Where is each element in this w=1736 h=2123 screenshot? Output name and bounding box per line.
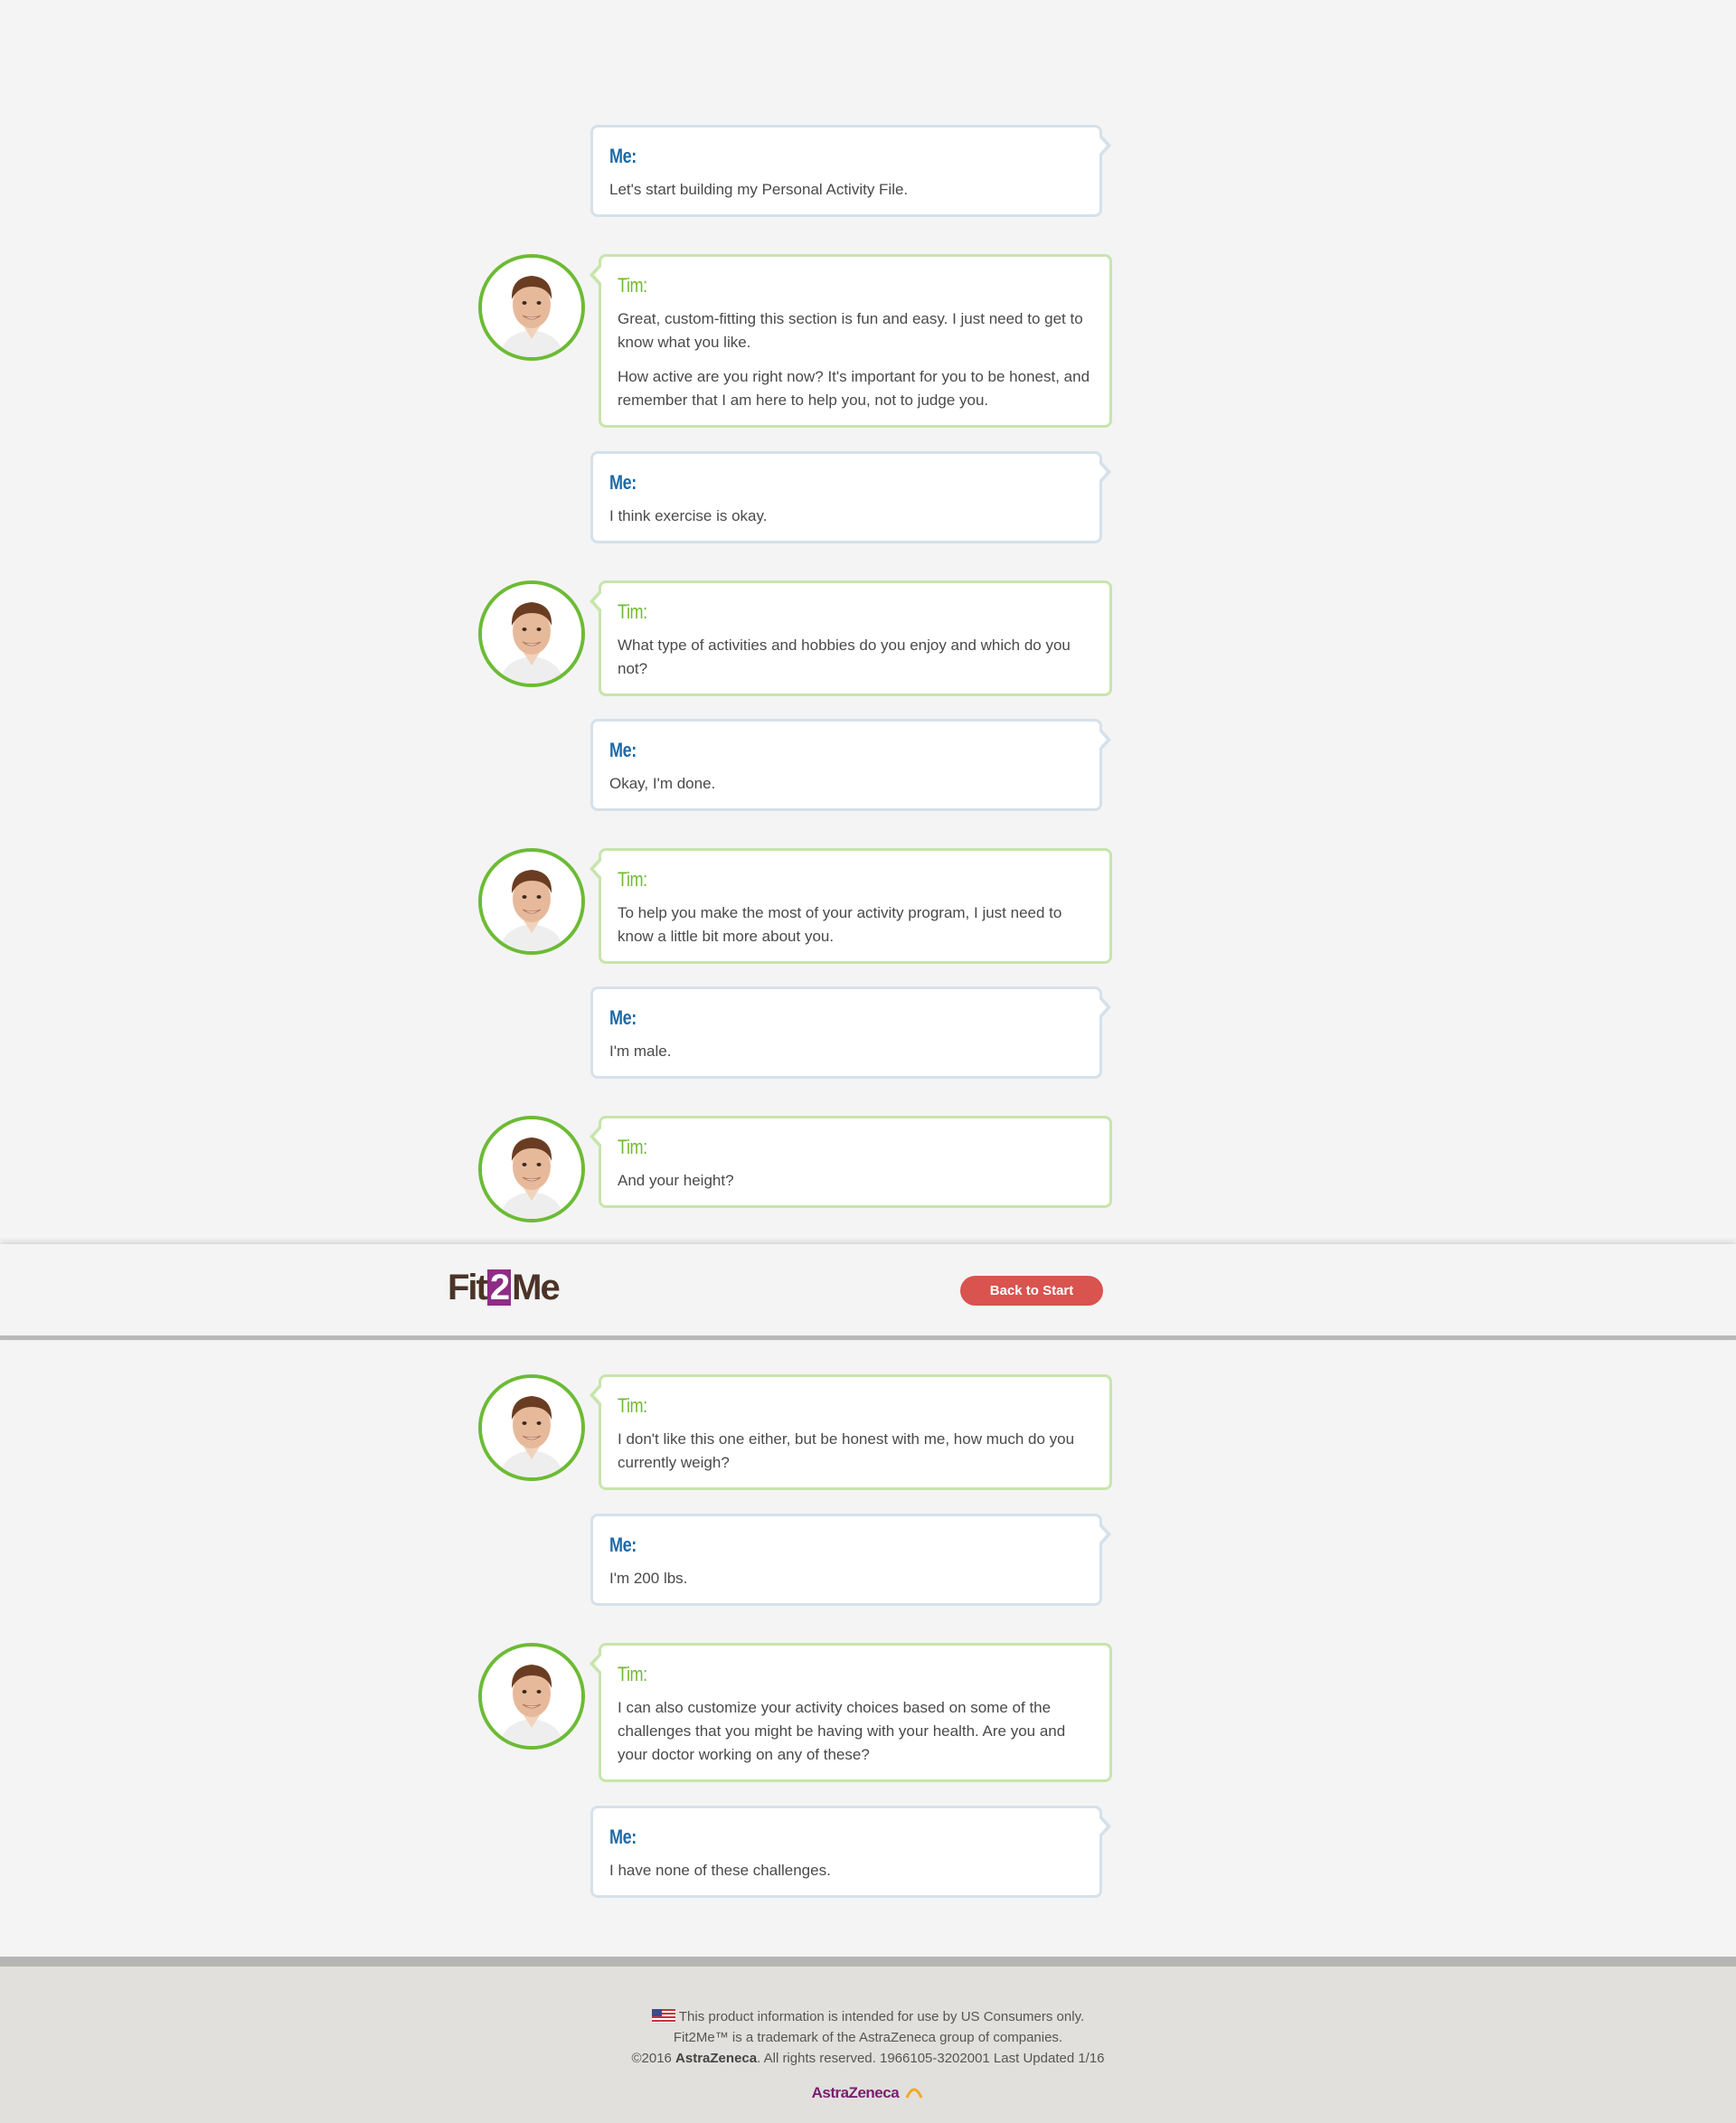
message-text: To help you make the most of your activi…: [618, 904, 1062, 945]
message-text: I think exercise is okay.: [609, 507, 768, 524]
message-text: What type of activities and hobbies do y…: [618, 637, 1071, 677]
speaker-label: Tim:: [618, 1394, 647, 1417]
coach-portrait-icon: [482, 584, 581, 684]
logo-prefix: Fit: [448, 1268, 488, 1307]
speaker-label: Tim:: [618, 1136, 647, 1158]
copyright-prefix: ©2016: [631, 2051, 676, 2066]
speaker-label: Tim:: [618, 600, 647, 623]
page-footer: This product information is intended for…: [0, 1957, 1736, 2123]
user-message-bubble: Me: I'm 200 lbs.: [590, 1514, 1111, 1606]
copyright-brand: AstraZeneca: [675, 2051, 758, 2066]
user-message-bubble: Me: Okay, I'm done.: [590, 719, 1111, 811]
coach-message-bubble: Tim: And your height?: [590, 1116, 1112, 1208]
coach-portrait-icon: [482, 1378, 581, 1477]
tim-avatar: [478, 1116, 585, 1222]
tim-avatar: [478, 580, 585, 687]
astrazeneca-symbol-icon: [906, 2088, 923, 2099]
tim-avatar: [478, 1643, 585, 1750]
astrazeneca-logo[interactable]: AstraZeneca: [812, 2080, 925, 2102]
message-text: How active are you right now? It's impor…: [618, 368, 1090, 409]
coach-portrait-icon: [482, 1647, 581, 1746]
coach-message-bubble: Tim: Great, custom-fitting this section …: [590, 254, 1112, 428]
logo-mark: 2: [486, 1269, 512, 1306]
speaker-label: Me:: [609, 471, 637, 494]
fit2me-logo[interactable]: Fit 2 Me: [448, 1268, 561, 1307]
tim-avatar: [478, 1374, 585, 1481]
message-text: I'm 200 lbs.: [609, 1570, 688, 1587]
message-text: Great, custom-fitting this section is fu…: [618, 310, 1083, 351]
coach-portrait-icon: [482, 852, 581, 951]
speaker-label: Me:: [609, 145, 637, 167]
copyright-suffix: . All rights reserved. 1966105-3202001 L…: [757, 2051, 1105, 2066]
tim-avatar: [478, 254, 585, 361]
coach-message-bubble: Tim: I can also customize your activity …: [590, 1643, 1112, 1782]
speaker-label: Tim:: [618, 868, 647, 891]
speaker-label: Me:: [609, 739, 637, 761]
message-text: And your height?: [618, 1172, 734, 1189]
user-message-bubble: Me: I think exercise is okay.: [590, 451, 1111, 543]
message-text: Let's start building my Personal Activit…: [609, 181, 909, 198]
speaker-label: Me:: [609, 1006, 637, 1029]
coach-portrait-icon: [482, 258, 581, 357]
us-flag-icon: [651, 2009, 675, 2023]
message-text: Okay, I'm done.: [609, 775, 716, 792]
coach-message-bubble: Tim: To help you make the most of your a…: [590, 848, 1112, 964]
speaker-label: Tim:: [618, 1663, 647, 1685]
speaker-label: Me:: [609, 1533, 637, 1556]
logo-suffix: Me: [512, 1268, 561, 1307]
footer-line-2: Fit2Me™ is a trademark of the AstraZenec…: [673, 2030, 1063, 2045]
user-message-bubble: Me: I have none of these challenges.: [590, 1806, 1111, 1898]
user-message-bubble: Me: I'm male.: [590, 986, 1111, 1079]
footer-disclaimer: This product information is intended for…: [0, 2006, 1736, 2027]
astrazeneca-wordmark: AstraZeneca: [811, 2084, 900, 2101]
coach-portrait-icon: [482, 1119, 581, 1219]
back-to-start-button[interactable]: Back to Start: [960, 1276, 1103, 1306]
speaker-label: Me:: [609, 1826, 637, 1848]
coach-message-bubble: Tim: I don't like this one either, but b…: [590, 1374, 1112, 1490]
tim-avatar: [478, 848, 585, 955]
footer-line-1: This product information is intended for…: [678, 2009, 1085, 2024]
message-text: I'm male.: [609, 1043, 672, 1060]
footer-copyright: ©2016 AstraZeneca. All rights reserved. …: [0, 2048, 1736, 2069]
sticky-header: Fit 2 Me Back to Start: [0, 1244, 1736, 1340]
user-message-bubble: Me: Let's start building my Personal Act…: [590, 125, 1111, 217]
message-text: I don't like this one either, but be hon…: [618, 1430, 1075, 1471]
message-text: I have none of these challenges.: [609, 1862, 831, 1879]
coach-message-bubble: Tim: What type of activities and hobbies…: [590, 580, 1112, 696]
speaker-label: Tim:: [618, 274, 647, 297]
message-text: I can also customize your activity choic…: [618, 1699, 1066, 1763]
